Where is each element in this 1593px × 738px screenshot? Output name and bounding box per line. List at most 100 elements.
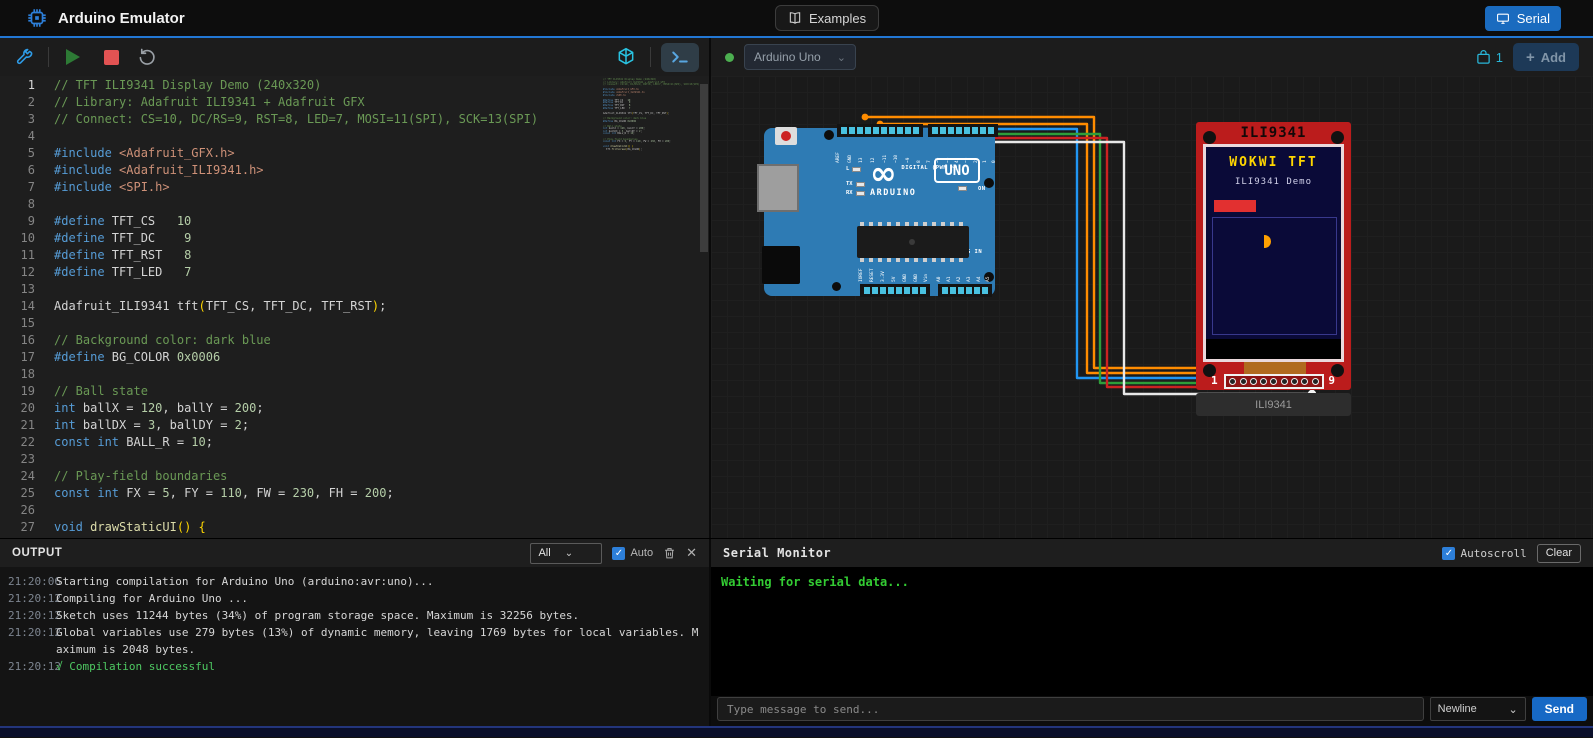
terminal-button[interactable] xyxy=(661,43,699,72)
digital-header-a[interactable] xyxy=(837,124,923,137)
pin[interactable] xyxy=(966,287,972,294)
pin[interactable] xyxy=(912,287,918,294)
code-line[interactable]: #include <Adafruit_ILI9341.h> xyxy=(54,162,603,179)
run-button[interactable] xyxy=(59,43,87,71)
pin[interactable] xyxy=(964,127,970,134)
pin[interactable] xyxy=(1270,378,1277,385)
board-select[interactable]: Arduino Uno ⌄ xyxy=(744,44,856,70)
code-line[interactable] xyxy=(54,502,603,519)
pin[interactable] xyxy=(889,127,895,134)
code-line[interactable]: void drawStaticUI() { xyxy=(54,519,603,536)
pin[interactable] xyxy=(865,127,871,134)
code-line[interactable]: tft.fillScreen(BG_COLOR); xyxy=(54,536,603,538)
pin[interactable] xyxy=(1291,378,1298,385)
clear-output-button[interactable] xyxy=(663,546,676,560)
autoscroll-toggle[interactable]: ✓ Autoscroll xyxy=(1442,547,1526,560)
pin[interactable] xyxy=(904,287,910,294)
pin[interactable] xyxy=(888,287,894,294)
code-line[interactable]: #include <SPI.h> xyxy=(54,179,603,196)
view-3d-button[interactable] xyxy=(612,43,640,71)
pin[interactable] xyxy=(1301,378,1308,385)
pin[interactable] xyxy=(849,127,855,134)
code-line[interactable]: const int BALL_R = 10; xyxy=(54,434,603,451)
pin[interactable] xyxy=(980,127,986,134)
examples-button[interactable]: Examples xyxy=(775,5,879,31)
pin[interactable] xyxy=(864,287,870,294)
tft-pin-header[interactable] xyxy=(1224,374,1324,389)
code-line[interactable] xyxy=(54,315,603,332)
code-line[interactable]: const int FX = 5, FY = 110, FW = 230, FH… xyxy=(54,485,603,502)
serial-toggle-button[interactable]: Serial xyxy=(1485,6,1561,31)
auto-checkbox[interactable]: ✓ xyxy=(612,547,625,560)
ili9341-module[interactable]: ILI9341 WOKWI TFT ILI9341 Demo xyxy=(1196,122,1351,390)
pin[interactable] xyxy=(920,287,926,294)
pin[interactable] xyxy=(932,127,938,134)
reset-button-cap[interactable] xyxy=(781,131,791,141)
reset-button[interactable] xyxy=(775,127,797,145)
pin[interactable] xyxy=(940,127,946,134)
pin[interactable] xyxy=(841,127,847,134)
pin[interactable] xyxy=(905,127,911,134)
code-line[interactable] xyxy=(54,366,603,383)
power-header[interactable] xyxy=(860,284,930,297)
code-line[interactable]: #include <Adafruit_GFX.h> xyxy=(54,145,603,162)
code-line[interactable]: // Library: Adafruit ILI9341 + Adafruit … xyxy=(54,94,603,111)
pin[interactable] xyxy=(1240,378,1247,385)
pin[interactable] xyxy=(881,127,887,134)
wire-junction-dot[interactable] xyxy=(862,114,869,121)
code-line[interactable]: #define TFT_LED 7 xyxy=(54,264,603,281)
close-output-button[interactable]: ✕ xyxy=(686,545,697,561)
pin[interactable] xyxy=(872,287,878,294)
output-filter-select[interactable]: All ⌄ xyxy=(530,543,602,564)
code-line[interactable]: tft.fillScreen(BG_COLOR); xyxy=(603,149,699,152)
pin[interactable] xyxy=(897,127,903,134)
pin[interactable] xyxy=(896,287,902,294)
autoscroll-checkbox[interactable]: ✓ xyxy=(1442,547,1455,560)
analog-header[interactable] xyxy=(938,284,992,297)
pin[interactable] xyxy=(988,127,994,134)
pin[interactable] xyxy=(950,287,956,294)
code-line[interactable]: #define TFT_DC 9 xyxy=(54,230,603,247)
parts-counter[interactable]: 1 xyxy=(1476,50,1503,65)
stop-button[interactable] xyxy=(97,43,125,71)
serial-message-input[interactable] xyxy=(717,697,1424,721)
pin[interactable] xyxy=(948,127,954,134)
pin[interactable] xyxy=(1281,378,1288,385)
editor-scrollbar[interactable] xyxy=(699,76,709,538)
pin[interactable] xyxy=(958,287,964,294)
code-line[interactable]: int ballDX = 3, ballDY = 2; xyxy=(54,417,603,434)
code-line[interactable]: // Connect: CS=10, DC/RS=9, RST=8, LED=7… xyxy=(603,84,699,87)
code-line[interactable]: // Play-field boundaries xyxy=(54,468,603,485)
code-line[interactable]: // Background color: dark blue xyxy=(54,332,603,349)
restart-button[interactable] xyxy=(133,43,161,71)
pin[interactable] xyxy=(942,287,948,294)
code-line[interactable]: #define TFT_CS 10 xyxy=(54,213,603,230)
pin[interactable] xyxy=(982,287,988,294)
pin[interactable] xyxy=(873,127,879,134)
auto-toggle[interactable]: ✓ Auto xyxy=(612,547,653,560)
code-line[interactable]: #define TFT_RST 8 xyxy=(54,247,603,264)
pin[interactable] xyxy=(1312,378,1319,385)
send-button[interactable]: Send xyxy=(1532,697,1587,721)
pin[interactable] xyxy=(974,287,980,294)
pin[interactable] xyxy=(972,127,978,134)
diagram-canvas[interactable]: AREFGND1312~11~10~98 7~6~54~3210 IOREFRE… xyxy=(711,76,1593,538)
code-line[interactable]: Adafruit_ILI9341 tft(TFT_CS, TFT_DC, TFT… xyxy=(54,298,603,315)
pin[interactable] xyxy=(913,127,919,134)
code-line[interactable] xyxy=(54,451,603,468)
pin[interactable] xyxy=(1229,378,1236,385)
code-line[interactable]: // Ball state xyxy=(54,383,603,400)
minimap[interactable]: // TFT ILI9341 Display Demo (240x320)// … xyxy=(603,76,699,538)
add-part-button[interactable]: + Add xyxy=(1513,43,1579,71)
pin[interactable] xyxy=(857,127,863,134)
pin[interactable] xyxy=(1260,378,1267,385)
clear-serial-button[interactable]: Clear xyxy=(1537,544,1581,563)
code-line[interactable]: // Connect: CS=10, DC/RS=9, RST=8, LED=7… xyxy=(54,111,603,128)
arduino-uno-board[interactable]: AREFGND1312~11~10~98 7~6~54~3210 IOREFRE… xyxy=(762,124,997,298)
code-area[interactable]: // TFT ILI9341 Display Demo (240x320)// … xyxy=(44,76,603,538)
pin[interactable] xyxy=(956,127,962,134)
code-line[interactable] xyxy=(54,281,603,298)
code-line[interactable] xyxy=(54,128,603,145)
format-button[interactable] xyxy=(10,43,38,71)
digital-header-b[interactable] xyxy=(928,124,998,137)
